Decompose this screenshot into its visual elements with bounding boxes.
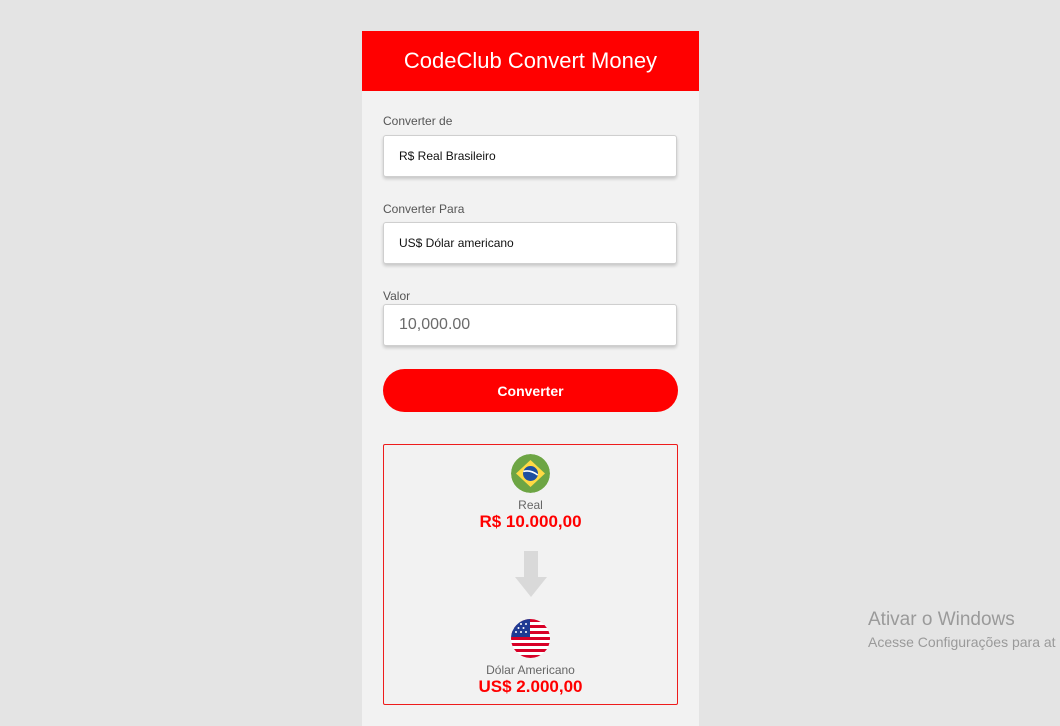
convert-button[interactable]: Converter: [383, 369, 678, 412]
converter-panel: CodeClub Convert Money Converter de R$ R…: [362, 31, 699, 726]
from-currency-select[interactable]: R$ Real Brasileiro: [383, 135, 677, 177]
app-title: CodeClub Convert Money: [403, 48, 658, 73]
from-currency-value: R$ Real Brasileiro: [399, 149, 496, 163]
from-currency-name: Real: [518, 498, 543, 512]
usa-flag-icon: [511, 619, 550, 658]
to-amount: US$ 2.000,00: [478, 677, 583, 696]
to-currency-name: Dólar Americano: [486, 663, 575, 677]
result-box: Real R$ 10.000,00 Dólar Americano US$ 2.…: [383, 444, 678, 705]
arrow-down-icon: [515, 551, 547, 597]
amount-label: Valor: [383, 289, 411, 303]
to-currency-select[interactable]: US$ Dólar americano: [383, 222, 677, 264]
windows-activation-subtitle: Acesse Configurações para at: [868, 634, 1056, 650]
amount-input[interactable]: [383, 304, 677, 346]
to-currency-value: US$ Dólar americano: [399, 236, 514, 250]
app-header: CodeClub Convert Money: [362, 31, 699, 91]
to-currency-label: Converter Para: [383, 202, 465, 216]
brazil-flag-icon: [511, 454, 550, 493]
windows-activation-title: Ativar o Windows: [868, 609, 1015, 630]
from-currency-label: Converter de: [383, 114, 453, 128]
from-amount: R$ 10.000,00: [479, 512, 582, 531]
